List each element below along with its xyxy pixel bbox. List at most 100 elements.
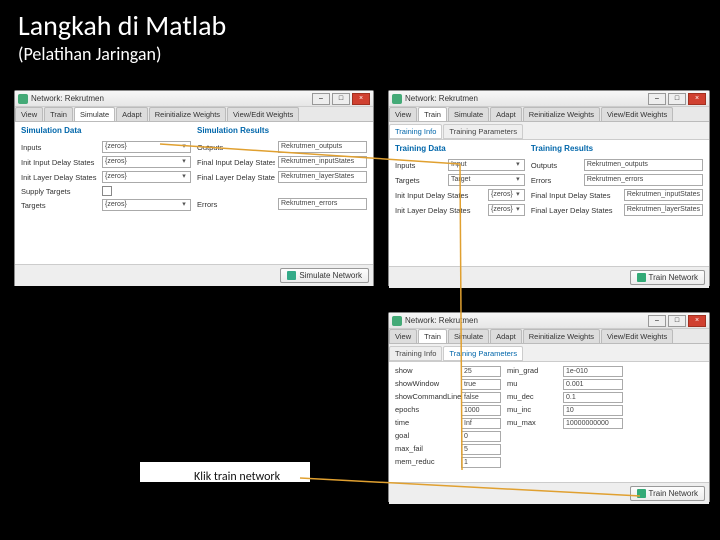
chevron-down-icon[interactable]: ▾ bbox=[180, 157, 188, 167]
tab-train[interactable]: Train bbox=[418, 329, 447, 343]
param-label: mu bbox=[507, 379, 557, 390]
param-label: showWindow bbox=[395, 379, 455, 390]
simulate-network-button[interactable]: Simulate Network bbox=[280, 268, 369, 283]
field-outputs[interactable]: Rekrutmen_outputs bbox=[584, 159, 703, 171]
train-network-button[interactable]: Train Network bbox=[630, 270, 706, 285]
param-value[interactable]: 1 bbox=[461, 457, 501, 468]
tab-train[interactable]: Train bbox=[44, 107, 73, 121]
param-value[interactable]: 1000 bbox=[461, 405, 501, 416]
app-icon bbox=[392, 94, 402, 104]
label-targets: Targets bbox=[21, 201, 99, 210]
label-fids: Final Input Delay States bbox=[197, 158, 275, 167]
subtab-training-params[interactable]: Training Parameters bbox=[443, 346, 523, 361]
tab-simulate[interactable]: Simulate bbox=[448, 329, 489, 343]
label-outputs: Outputs bbox=[531, 161, 581, 170]
section-header: Simulation Data bbox=[21, 126, 191, 135]
chevron-down-icon[interactable]: ▾ bbox=[180, 142, 188, 152]
label-ilds: Init Layer Delay States bbox=[395, 206, 485, 215]
tab-viewedit[interactable]: View/Edit Weights bbox=[227, 107, 299, 121]
label-inputs: Inputs bbox=[395, 161, 445, 170]
tabbar: View Train Simulate Adapt Reinitialize W… bbox=[15, 107, 373, 122]
tab-viewedit[interactable]: View/Edit Weights bbox=[601, 329, 673, 343]
param-label: mem_reduc bbox=[395, 457, 455, 468]
chevron-down-icon[interactable]: ▾ bbox=[180, 200, 188, 210]
checkbox-supply[interactable] bbox=[102, 186, 112, 196]
param-value[interactable]: 1e-010 bbox=[563, 366, 623, 377]
field-fids[interactable]: Rekrutmen_inputStates bbox=[278, 156, 367, 168]
minimize-button[interactable]: – bbox=[648, 93, 666, 105]
param-value[interactable]: 0.001 bbox=[563, 379, 623, 390]
param-value[interactable]: 25 bbox=[461, 366, 501, 377]
label-iids: Init Input Delay States bbox=[395, 191, 485, 200]
chevron-down-icon[interactable]: ▾ bbox=[180, 172, 188, 182]
tab-adapt[interactable]: Adapt bbox=[490, 329, 522, 343]
label-ilds: Init Layer Delay States bbox=[21, 173, 99, 182]
close-button[interactable]: × bbox=[688, 93, 706, 105]
minimize-button[interactable]: – bbox=[312, 93, 330, 105]
maximize-button[interactable]: □ bbox=[332, 93, 350, 105]
param-value[interactable]: 5 bbox=[461, 444, 501, 455]
tab-train[interactable]: Train bbox=[418, 107, 447, 121]
titlebar: Network: Rekrutmen – □ × bbox=[15, 91, 373, 107]
window-title: Network: Rekrutmen bbox=[31, 94, 312, 103]
chevron-down-icon[interactable]: ▾ bbox=[514, 190, 522, 200]
param-label: max_fail bbox=[395, 444, 455, 455]
field-fids[interactable]: Rekrutmen_inputStates bbox=[624, 189, 703, 201]
window-train-info: Network: Rekrutmen – □ × View Train Simu… bbox=[388, 90, 710, 286]
close-button[interactable]: × bbox=[352, 93, 370, 105]
tab-simulate[interactable]: Simulate bbox=[74, 107, 115, 121]
field-inputs[interactable]: Input▾ bbox=[448, 159, 525, 171]
tab-reinit[interactable]: Reinitialize Weights bbox=[523, 107, 600, 121]
field-errors[interactable]: Rekrutmen_errors bbox=[584, 174, 703, 186]
field-iids[interactable]: {zeros}▾ bbox=[488, 189, 525, 201]
param-value[interactable]: 10 bbox=[563, 405, 623, 416]
train-network-button[interactable]: Train Network bbox=[630, 486, 706, 501]
play-icon bbox=[637, 489, 646, 498]
field-targets[interactable]: {zeros}▾ bbox=[102, 199, 191, 211]
caption-klik-train: Klik train network bbox=[194, 470, 280, 484]
tab-reinit[interactable]: Reinitialize Weights bbox=[149, 107, 226, 121]
subtab-training-params[interactable]: Training Parameters bbox=[443, 124, 523, 139]
field-flds[interactable]: Rekrutmen_layerStates bbox=[278, 171, 367, 183]
chevron-down-icon[interactable]: ▾ bbox=[514, 160, 522, 170]
chevron-down-icon[interactable]: ▾ bbox=[514, 205, 522, 215]
field-iids[interactable]: {zeros}▾ bbox=[102, 156, 191, 168]
param-value[interactable]: true bbox=[461, 379, 501, 390]
param-grid: show25min_grad1e-010 showWindowtruemu0.0… bbox=[395, 366, 703, 468]
tab-adapt[interactable]: Adapt bbox=[490, 107, 522, 121]
field-outputs[interactable]: Rekrutmen_outputs bbox=[278, 141, 367, 153]
tab-view[interactable]: View bbox=[389, 107, 417, 121]
tab-adapt[interactable]: Adapt bbox=[116, 107, 148, 121]
slide-subtitle: (Pelatihan Jaringan) bbox=[0, 43, 720, 73]
field-flds[interactable]: Rekrutmen_layerStates bbox=[624, 204, 703, 216]
field-ilds[interactable]: {zeros}▾ bbox=[488, 204, 525, 216]
tab-view[interactable]: View bbox=[15, 107, 43, 121]
param-value[interactable]: 10000000000 bbox=[563, 418, 623, 429]
window-title: Network: Rekrutmen bbox=[405, 316, 648, 325]
field-inputs[interactable]: {zeros}▾ bbox=[102, 141, 191, 153]
param-value[interactable]: false bbox=[461, 392, 501, 403]
close-button[interactable]: × bbox=[688, 315, 706, 327]
label-targets: Targets bbox=[395, 176, 445, 185]
label-supply: Supply Targets bbox=[21, 187, 99, 196]
minimize-button[interactable]: – bbox=[648, 315, 666, 327]
subtab-training-info[interactable]: Training Info bbox=[389, 346, 442, 361]
maximize-button[interactable]: □ bbox=[668, 93, 686, 105]
tab-reinit[interactable]: Reinitialize Weights bbox=[523, 329, 600, 343]
tab-view[interactable]: View bbox=[389, 329, 417, 343]
tab-viewedit[interactable]: View/Edit Weights bbox=[601, 107, 673, 121]
param-label: show bbox=[395, 366, 455, 377]
subtab-training-info[interactable]: Training Info bbox=[389, 124, 442, 139]
tab-simulate[interactable]: Simulate bbox=[448, 107, 489, 121]
param-label bbox=[507, 431, 557, 442]
param-value[interactable]: 0 bbox=[461, 431, 501, 442]
label-inputs: Inputs bbox=[21, 143, 99, 152]
maximize-button[interactable]: □ bbox=[668, 315, 686, 327]
field-ilds[interactable]: {zeros}▾ bbox=[102, 171, 191, 183]
param-label: epochs bbox=[395, 405, 455, 416]
field-targets[interactable]: Target▾ bbox=[448, 174, 525, 186]
field-errors[interactable]: Rekrutmen_errors bbox=[278, 198, 367, 210]
param-value[interactable]: 0.1 bbox=[563, 392, 623, 403]
chevron-down-icon[interactable]: ▾ bbox=[514, 175, 522, 185]
param-value[interactable]: Inf bbox=[461, 418, 501, 429]
